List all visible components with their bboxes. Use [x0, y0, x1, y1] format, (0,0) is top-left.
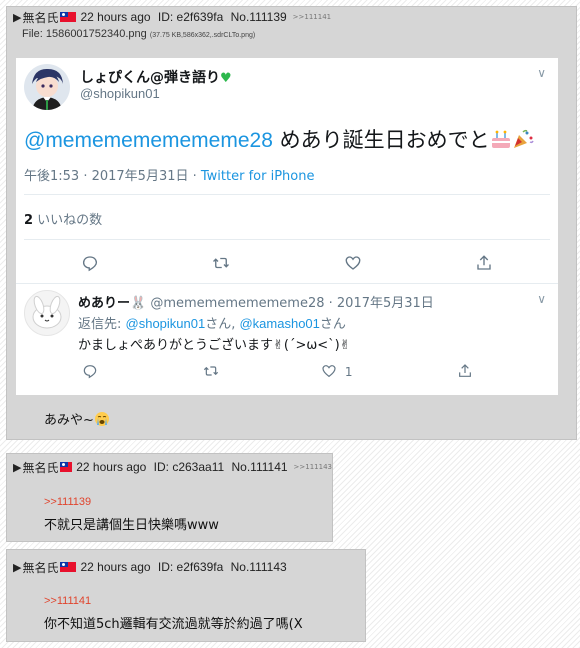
expand-arrow-icon[interactable]: ▶: [13, 461, 21, 474]
taiwan-flag-icon: [60, 12, 77, 22]
file-label: File:: [22, 28, 43, 40]
tweet-handle[interactable]: @shopikun01: [80, 86, 160, 101]
like-count: 1: [344, 365, 353, 379]
post-111141: ▶ 無名氏 22 hours ago ID: c263aa11 No.11114…: [6, 453, 333, 542]
reply-to-line: 返信先: @shopikun01さん, @kamasho01さん: [78, 316, 346, 332]
file-info: File: 1586001752340.png (37.75 KB,586x36…: [7, 27, 576, 41]
file-meta: (37.75 KB,586x362,.sdrCLTo.png): [149, 32, 256, 39]
post-number[interactable]: No.111143: [231, 560, 287, 574]
victory-hand-icon: ✌: [339, 338, 351, 353]
likes-count[interactable]: 2 いいねの数: [24, 209, 102, 228]
share-icon[interactable]: [453, 363, 477, 383]
post-number[interactable]: No.111139: [231, 10, 287, 24]
post-header: ▶ 無名氏 22 hours ago ID: e2f639fa No.11113…: [7, 7, 576, 27]
post-time: 22 hours ago: [80, 560, 151, 574]
chevron-down-icon[interactable]: ∨: [537, 66, 546, 80]
mention-link[interactable]: @kamasho01: [239, 316, 319, 331]
retweet-icon[interactable]: [199, 363, 223, 383]
post-number[interactable]: No.111141: [232, 460, 288, 474]
mention-link[interactable]: @mememememememe28: [24, 129, 273, 152]
post-111143: ▶ 無名氏 22 hours ago ID: e2f639fa No.11114…: [6, 549, 366, 642]
reply-icon[interactable]: [78, 363, 102, 383]
poster-name: 無名氏: [22, 560, 59, 575]
poster-id: ID: c263aa11: [153, 460, 225, 474]
poster-id: ID: e2f639fa: [157, 10, 224, 24]
quote-link[interactable]: >>111141: [44, 595, 91, 607]
mention-link[interactable]: @shopikun01: [126, 316, 206, 331]
tweet-image[interactable]: しょぴくん@弾き語り♥ @shopikun01 ∨ @memememememem…: [16, 58, 558, 395]
reply-text: かましょぺありがとうございます✌(´>ω<`)✌: [78, 338, 351, 353]
post-header: ▶ 無名氏 22 hours ago ID: e2f639fa No.11114…: [7, 557, 365, 577]
retweet-icon[interactable]: [209, 254, 233, 274]
expand-arrow-icon[interactable]: ▶: [13, 561, 21, 574]
post-time: 22 hours ago: [76, 460, 147, 474]
reply-avatar: [24, 290, 70, 336]
backlink[interactable]: >>111143: [294, 463, 332, 471]
divider: [24, 239, 550, 240]
rabbit-icon: 🐰: [130, 296, 147, 311]
chevron-down-icon[interactable]: ∨: [537, 292, 546, 306]
like-button[interactable]: 1: [321, 363, 361, 383]
reply-author[interactable]: めありー🐰 @mememememememe28 · 2017年5月31日: [78, 292, 434, 311]
like-icon[interactable]: [341, 254, 365, 274]
taiwan-flag-icon: [60, 462, 73, 472]
reply-icon[interactable]: [78, 254, 102, 274]
poster-name: 無名氏: [22, 460, 59, 475]
reply-actions: 1: [16, 363, 558, 383]
reply-tweet: めありー🐰 @mememememememe28 · 2017年5月31日 ∨ 返…: [16, 284, 558, 395]
poster-id: ID: e2f639fa: [157, 560, 224, 574]
post-comment: 你不知道5ch邏輯有交流過就等於約過了嗎(X: [44, 617, 303, 632]
cake-icon: [490, 128, 512, 152]
tweet-source-link[interactable]: Twitter for iPhone: [201, 169, 315, 184]
tweet-timestamp: 午後1:53 · 2017年5月31日 · Twitter for iPhone: [24, 169, 315, 184]
post-comment: あみや~: [44, 409, 110, 428]
avatar: [24, 64, 70, 110]
post-header: ▶ 無名氏 22 hours ago ID: c263aa11 No.11114…: [7, 457, 332, 477]
taiwan-flag-icon: [60, 562, 77, 572]
tweet-actions: [16, 254, 558, 274]
tweet-text: @mememememememe28 めあり誕生日おめでと: [24, 124, 534, 154]
quote-link[interactable]: >>111139: [44, 496, 91, 508]
expand-arrow-icon[interactable]: ▶: [13, 11, 21, 24]
crying-face-icon: [94, 412, 110, 428]
post-time: 22 hours ago: [80, 10, 151, 24]
file-name-link[interactable]: 1586001752340.png: [46, 28, 147, 40]
divider: [24, 194, 550, 195]
poster-name: 無名氏: [22, 10, 59, 25]
post-comment: 不就只是講個生日快樂嗎www: [44, 518, 219, 533]
green-heart-icon: ♥: [220, 71, 232, 86]
victory-hand-icon: ✌: [273, 338, 284, 353]
share-icon[interactable]: [472, 254, 496, 274]
backlink[interactable]: >>111141: [293, 13, 331, 21]
party-popper-icon: [512, 128, 534, 152]
tweet-display-name[interactable]: しょぴくん@弾き語り♥: [80, 67, 232, 87]
